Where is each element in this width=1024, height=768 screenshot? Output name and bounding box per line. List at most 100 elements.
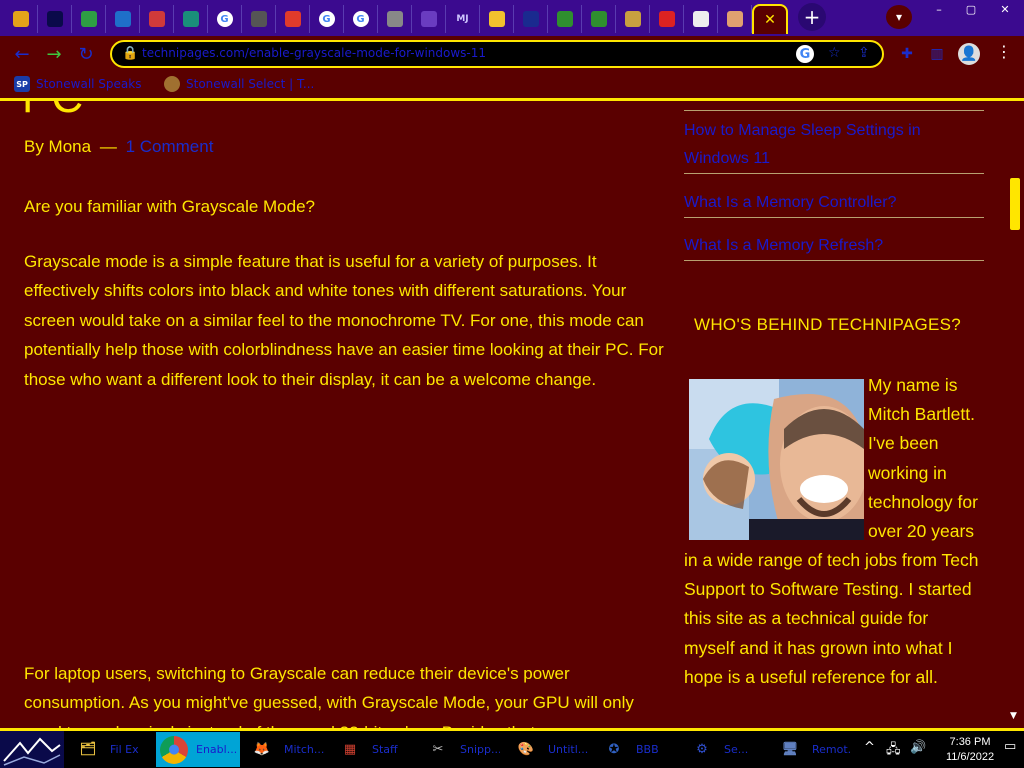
taskbar-item-label: BBB: [636, 743, 659, 756]
red-favicon-icon: [284, 11, 301, 27]
maximize-icon: ▢: [965, 2, 977, 16]
green-favicon-icon: [590, 11, 607, 27]
sidebar-link[interactable]: How to Manage Sleep Settings in Windows …: [684, 117, 984, 174]
taskbar-item[interactable]: ▦ Staff: [332, 732, 416, 767]
taskbar-item[interactable]: 🦊 Mitch...: [244, 732, 328, 767]
paint-icon: 🎨: [517, 742, 535, 757]
author-name: By Mona: [24, 137, 92, 156]
tray-overflow-icon[interactable]: ^: [864, 740, 875, 755]
browser-tab[interactable]: [4, 5, 38, 33]
taskbar-item[interactable]: ⚙ Se...: [684, 732, 768, 767]
browser-tab[interactable]: [174, 5, 208, 33]
windows-taskbar: 🗂 Fil Ex ● Enabl... 🦊 Mitch... ▦ Staff ✂ Snipp...…: [0, 728, 1024, 768]
tool-icon: ✪: [608, 742, 620, 757]
snipping-tool-icon: ✂: [432, 742, 444, 757]
bookmark-stonewall-select[interactable]: Stonewall Select | T...: [164, 76, 314, 92]
browser-tab[interactable]: [38, 5, 72, 33]
sidebar-link[interactable]: What Is a Memory Refresh?: [684, 232, 984, 261]
network-icon[interactable]: 🖧: [886, 740, 901, 762]
browser-tab[interactable]: MJ: [446, 5, 480, 33]
about-text-line: this site as a technical guide for: [684, 608, 929, 629]
start-button[interactable]: [0, 731, 64, 768]
minimize-button[interactable]: –: [924, 0, 954, 18]
stonewall-icon: [164, 76, 180, 92]
browser-tab[interactable]: G: [208, 5, 242, 33]
share-icon[interactable]: ⇪: [858, 45, 870, 61]
browser-tab[interactable]: [140, 5, 174, 33]
browser-tab[interactable]: [242, 5, 276, 33]
bookmark-star-icon[interactable]: ☆: [828, 45, 841, 61]
reload-button[interactable]: ↻: [74, 42, 98, 66]
maximize-button[interactable]: ▢: [956, 0, 986, 18]
browser-tab[interactable]: [684, 5, 718, 33]
taskbar-item[interactable]: ✪ BBB: [596, 732, 680, 767]
taskbar-item[interactable]: ✂ Snipp...: [420, 732, 504, 767]
tab-list: G G G MJ ✕: [0, 0, 788, 34]
browser-tab[interactable]: [718, 5, 752, 33]
browser-tab[interactable]: [72, 5, 106, 33]
profile-avatar-icon[interactable]: 👤: [958, 43, 980, 65]
scroll-down-arrow-icon[interactable]: ▼: [1010, 711, 1017, 721]
article-paragraph: Grayscale mode is a simple feature that …: [24, 252, 664, 389]
taskbar-item[interactable]: 🎨 Untitl...: [508, 732, 592, 767]
browser-tab[interactable]: [548, 5, 582, 33]
close-tab-icon[interactable]: ✕: [764, 12, 776, 28]
about-text-line: Support to Software Testing. I started: [684, 579, 972, 600]
browser-tab[interactable]: [514, 5, 548, 33]
show-desktop-icon[interactable]: ▭: [1004, 739, 1016, 754]
settings-icon: ⚙: [696, 742, 708, 757]
forward-button[interactable]: →: [42, 42, 66, 66]
about-text-line: My name is: [868, 375, 958, 395]
browser-tab[interactable]: [106, 5, 140, 33]
taskbar-clock[interactable]: 7:36 PM 11/6/2022: [940, 735, 1000, 765]
plus-icon: +: [803, 5, 821, 29]
new-tab-button[interactable]: +: [798, 3, 826, 31]
browser-tab[interactable]: [378, 5, 412, 33]
clock-date: 11/6/2022: [945, 751, 995, 763]
bookmarks-bar: SP Stonewall Speaks Stonewall Select | T…: [0, 72, 1024, 98]
browser-tab[interactable]: G: [344, 5, 378, 33]
extension-puzzle-icon[interactable]: ✚: [898, 45, 916, 63]
start-logo-icon: [0, 731, 64, 768]
computer-icon: 🖥: [781, 742, 799, 757]
cursor-favicon-icon: [46, 11, 63, 27]
about-text-line: Mitch Bartlett.: [868, 404, 975, 425]
web-page-content: PC By Mona — 1 Comment Are you familiar …: [0, 101, 1024, 728]
browser-tab[interactable]: [480, 5, 514, 33]
url-text[interactable]: technipages.com/enable-grayscale-mode-fo…: [142, 46, 486, 60]
sidebar-link[interactable]: What Is a Memory Controller?: [684, 189, 984, 218]
bookmark-stonewall-speaks[interactable]: SP Stonewall Speaks: [14, 76, 141, 92]
browser-tab[interactable]: [582, 5, 616, 33]
store-favicon-icon: [148, 11, 165, 27]
menu-kebab-icon[interactable]: ⋮: [996, 42, 1012, 61]
about-text-line: myself and it has grown into what I: [684, 637, 953, 658]
mj-favicon-icon: MJ: [456, 14, 469, 24]
tab-search-button[interactable]: ▾: [886, 5, 912, 29]
volume-icon[interactable]: 🔊: [910, 740, 926, 755]
browser-window: G G G MJ ✕ + ▾ – ▢ ✕ ← → ↻ 🔒 technipages.com…: [0, 0, 1024, 768]
article-paragraph: For laptop users, switching to Grayscale…: [24, 664, 634, 728]
address-bar[interactable]: 🔒 technipages.com/enable-grayscale-mode-…: [110, 40, 884, 68]
browser-tab[interactable]: [412, 5, 446, 33]
close-icon: ✕: [1000, 2, 1010, 16]
google-favicon-icon: G: [216, 11, 233, 27]
browser-tab[interactable]: G: [310, 5, 344, 33]
taskbar-item[interactable]: ● Enabl...: [156, 732, 240, 767]
browser-tab[interactable]: [650, 5, 684, 33]
browser-tab[interactable]: [276, 5, 310, 33]
side-panel-icon[interactable]: ▥: [928, 45, 946, 63]
gray-circle-favicon-icon: [386, 11, 403, 27]
close-window-button[interactable]: ✕: [990, 0, 1020, 18]
browser-tab[interactable]: [616, 5, 650, 33]
taskbar-item[interactable]: 🖥 Remot...: [772, 732, 856, 767]
google-lens-icon[interactable]: G: [796, 45, 814, 63]
active-browser-tab[interactable]: ✕: [752, 4, 788, 34]
scrollbar-thumb[interactable]: [1010, 178, 1020, 230]
back-button[interactable]: ←: [10, 42, 34, 66]
square-favicon-icon: [522, 11, 539, 27]
taskbar-item-label: Se...: [724, 743, 749, 756]
face-favicon-icon: [692, 11, 709, 27]
pattern-favicon-icon: [624, 11, 641, 27]
comments-link[interactable]: 1 Comment: [126, 137, 214, 156]
taskbar-item[interactable]: 🗂 Fil Ex: [70, 732, 154, 767]
